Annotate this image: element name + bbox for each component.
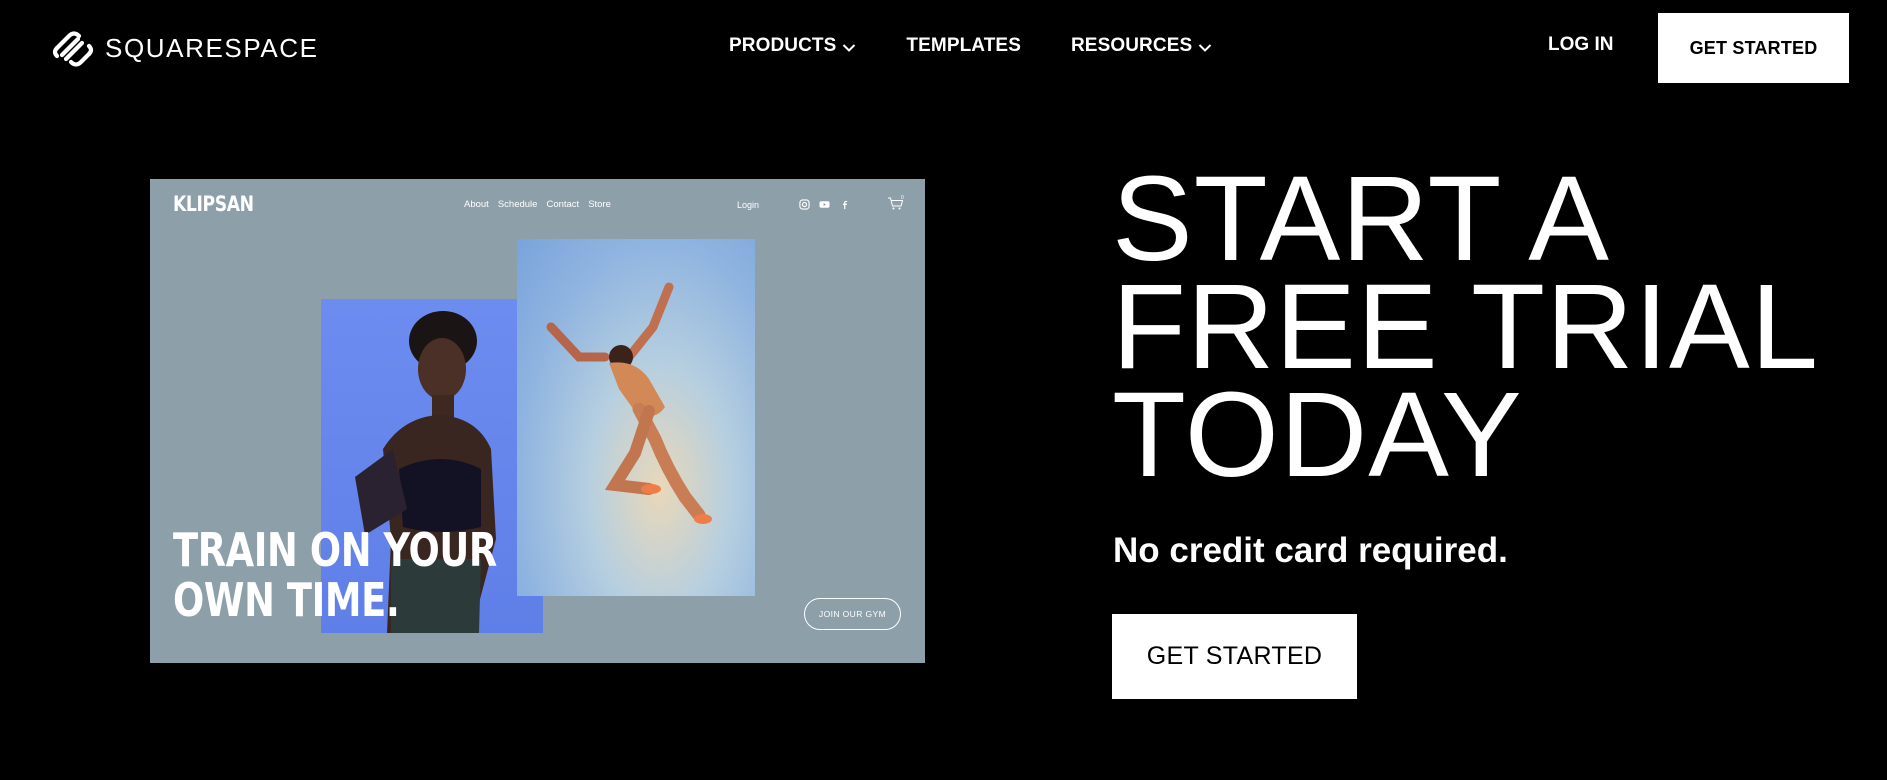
preview-nav-contact[interactable]: Contact: [546, 199, 579, 210]
preview-nav: About Schedule Contact Store: [464, 199, 611, 210]
preview-cart[interactable]: 0: [887, 195, 905, 211]
sprinter-illustration: [546, 282, 712, 524]
nav-templates[interactable]: TEMPLATES: [906, 35, 1021, 57]
preview-headline-line-2: OWN TIME.: [173, 573, 400, 627]
nav-products-label: PRODUCTS: [729, 35, 837, 56]
nav-products[interactable]: PRODUCTS: [729, 35, 856, 57]
hero-title: START A FREE TRIAL TODAY: [1112, 150, 1820, 502]
get-started-button-header[interactable]: GET STARTED: [1658, 13, 1849, 83]
hero-title-line-1: START A: [1112, 150, 1610, 286]
chevron-down-icon: [843, 43, 856, 52]
nav-templates-label: TEMPLATES: [906, 35, 1021, 56]
preview-social-icons: [799, 199, 850, 210]
get-started-button-hero[interactable]: GET STARTED: [1112, 614, 1357, 699]
cart-count: 0: [901, 195, 904, 201]
hero-subtitle: No credit card required.: [1113, 531, 1508, 570]
preview-brand: KLIPSAN: [173, 192, 254, 216]
chevron-down-icon: [1199, 43, 1212, 52]
hero-title-line-2: FREE TRIAL: [1112, 258, 1820, 394]
top-navigation: SQUARESPACE PRODUCTS TEMPLATES RESOURCES…: [0, 0, 1887, 92]
cart-icon: 0: [888, 195, 904, 210]
login-link[interactable]: LOG IN: [1548, 34, 1613, 56]
preview-login-link[interactable]: Login: [737, 200, 759, 210]
template-preview: KLIPSAN About Schedule Contact Store Log…: [150, 179, 925, 663]
nav-resources-label: RESOURCES: [1070, 35, 1193, 56]
preview-photo-sprinter: [517, 239, 755, 596]
preview-nav-about[interactable]: About: [464, 199, 489, 210]
instagram-icon[interactable]: [799, 199, 810, 210]
preview-join-button[interactable]: JOIN OUR GYM: [804, 598, 901, 630]
preview-nav-store[interactable]: Store: [588, 199, 611, 210]
preview-headline-line-1: TRAIN ON YOUR: [173, 523, 497, 577]
logo-text: SQUARESPACE: [105, 32, 319, 63]
preview-headline: TRAIN ON YOUR OWN TIME.: [173, 525, 497, 625]
squarespace-logo-icon: [52, 31, 94, 67]
youtube-icon[interactable]: [819, 199, 830, 210]
main-nav: PRODUCTS TEMPLATES RESOURCES: [729, 33, 1212, 59]
facebook-icon[interactable]: [839, 199, 850, 210]
squarespace-logo[interactable]: SQUARESPACE: [49, 28, 319, 68]
hero-title-line-3: TODAY: [1112, 366, 1523, 502]
preview-nav-schedule[interactable]: Schedule: [498, 199, 538, 210]
nav-resources[interactable]: RESOURCES: [1071, 35, 1212, 57]
